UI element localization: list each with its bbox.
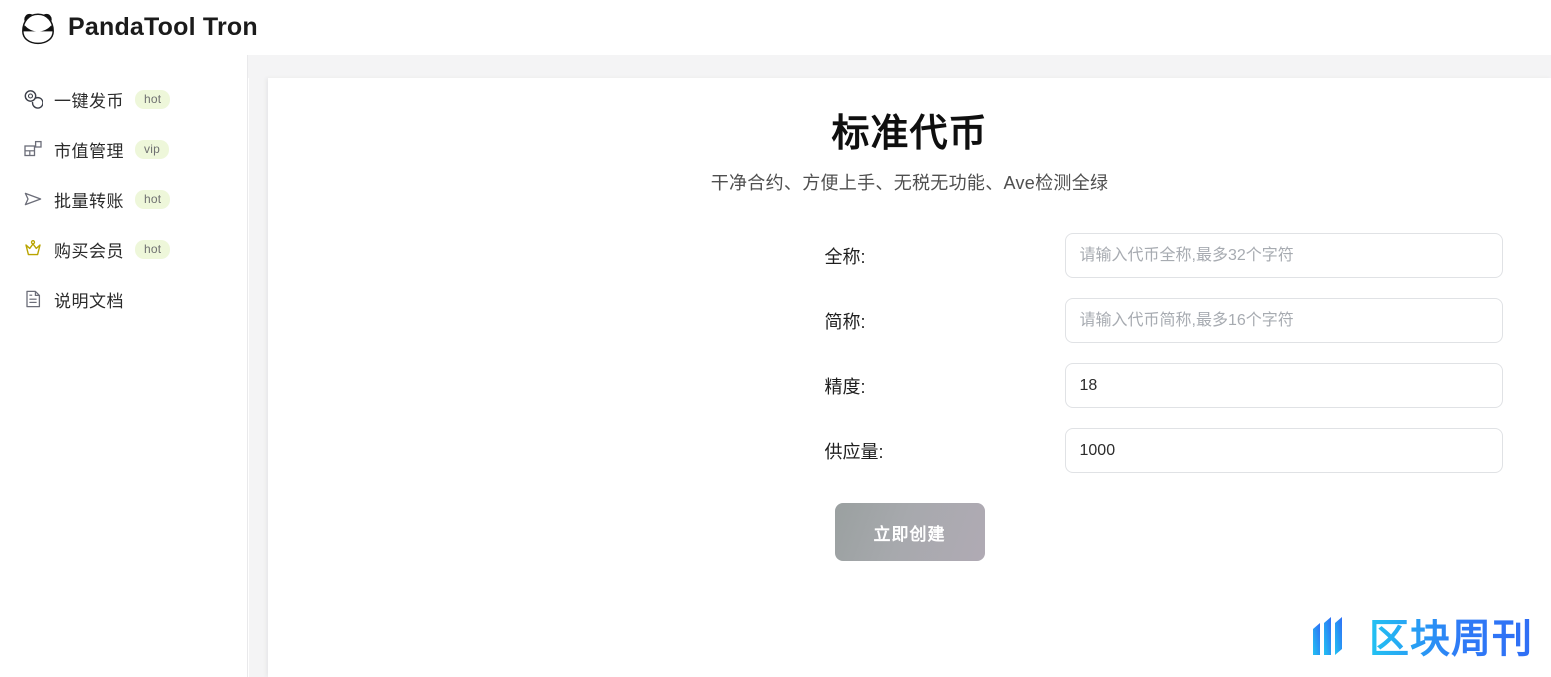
app-root: PandaTool Tron 一键发币 hot 市值管理 vip 批量转账 ho… [0, 0, 1551, 677]
sidebar-item-buy-membership[interactable]: 购买会员 hot [0, 233, 247, 265]
form-row-supply: 供应量: [268, 428, 1551, 473]
watermark-text: 区块周刊 [1369, 617, 1533, 661]
form-row-decimals: 精度: [268, 363, 1551, 408]
top-gray-strip [248, 55, 1551, 78]
sidebar-item-label: 批量转账 [54, 191, 124, 211]
sidebar-item-badge: hot [135, 239, 171, 259]
page-title: 标准代币 [831, 113, 988, 155]
decimals-label: 精度: [824, 376, 866, 397]
coins-icon [22, 88, 44, 110]
token-create-form: 全称: 简称: 精度: 供应量: 立即创建 [268, 233, 1551, 561]
form-row-symbol: 简称: [268, 298, 1551, 343]
watermark: 区块周刊 [1307, 613, 1533, 665]
sidebar-item-label: 市值管理 [54, 141, 124, 161]
document-icon [22, 288, 44, 310]
app-header: PandaTool Tron [0, 0, 1551, 55]
send-icon [22, 188, 44, 210]
sidebar-item-label: 购买会员 [54, 241, 124, 261]
create-now-button[interactable]: 立即创建 [834, 503, 985, 561]
page-subtitle: 干净合约、方便上手、无税无功能、Ave检测全绿 [710, 172, 1109, 193]
sidebar-item-label: 一键发币 [54, 91, 124, 111]
sidebar-item-documentation[interactable]: 说明文档 [0, 283, 247, 315]
symbol-label: 简称: [824, 311, 866, 332]
full-name-input[interactable] [1064, 233, 1503, 278]
full-name-label: 全称: [824, 246, 866, 267]
sidebar-item-label: 说明文档 [54, 291, 124, 311]
sidebar-item-badge: hot [135, 89, 171, 109]
sidebar-item-badge: hot [135, 189, 171, 209]
decimals-input[interactable] [1064, 363, 1503, 408]
sidebar-item-market-value[interactable]: 市值管理 vip [0, 133, 247, 165]
sidebar-item-issue-token[interactable]: 一键发币 hot [0, 83, 247, 115]
sidebar-item-batch-transfer[interactable]: 批量转账 hot [0, 183, 247, 215]
symbol-input[interactable] [1064, 298, 1503, 343]
app-title: PandaTool Tron [68, 13, 258, 41]
sidebar: 一键发币 hot 市值管理 vip 批量转账 hot 购买会员 hot 说明文档 [0, 55, 248, 677]
panda-icon [22, 12, 54, 44]
supply-label: 供应量: [824, 441, 884, 462]
dashboard-icon [22, 138, 44, 160]
content-card: 标准代币 干净合约、方便上手、无税无功能、Ave检测全绿 全称: 简称: 精度:… [268, 78, 1551, 677]
submit-row: 立即创建 [268, 503, 1551, 561]
sidebar-item-badge: vip [135, 139, 169, 159]
bars-icon [1313, 617, 1342, 655]
content-left-gutter [249, 78, 268, 677]
brand[interactable]: PandaTool Tron [20, 11, 258, 45]
crown-icon [22, 238, 44, 260]
form-row-full-name: 全称: [268, 233, 1551, 278]
supply-input[interactable] [1064, 428, 1503, 473]
page-heading-block: 标准代币 干净合约、方便上手、无税无功能、Ave检测全绿 [268, 113, 1551, 195]
